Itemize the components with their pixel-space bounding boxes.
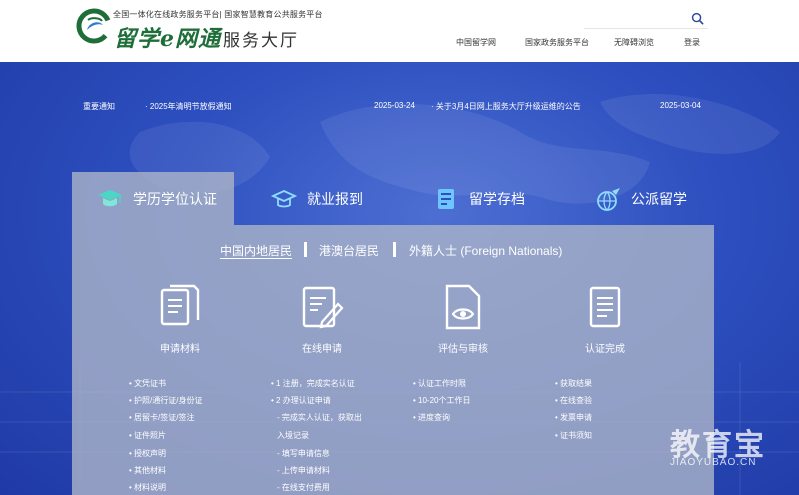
service-panel	[72, 225, 714, 495]
list-item[interactable]: • 居留卡/签证/签注	[129, 412, 194, 423]
notice-item-title[interactable]: · 关于3月4日网上服务大厅升级运维的公告	[431, 101, 581, 112]
graduation-cap-icon	[98, 189, 122, 206]
logo-c-icon	[76, 8, 112, 44]
watermark-en: JIAOYUBAO.CN	[670, 457, 757, 468]
sub-tab-divider	[304, 242, 307, 257]
logo-subtitle: 全国一体化在线政务服务平台| 国家智慧教育公共服务平台	[113, 10, 323, 19]
globe-plane-icon	[597, 187, 620, 211]
list-item[interactable]: • 材料说明	[129, 482, 166, 493]
list-item[interactable]: • 2 办理认证申请	[271, 395, 331, 406]
tab-government-sponsored[interactable]: 公派留学	[594, 172, 714, 225]
list-item: - 上传申请材料	[277, 466, 330, 475]
list-item[interactable]: • 1 注册，完成实名认证	[271, 378, 355, 389]
sub-tab-divider	[393, 242, 396, 257]
list-item[interactable]: • 进度查询	[413, 412, 450, 423]
notice-item-date: 2025-03-24	[374, 101, 415, 110]
archive-folder-icon	[438, 188, 454, 209]
documents-icon	[160, 284, 200, 326]
sub-tab-foreign-nationals[interactable]: 外籍人士 (Foreign Nationals)	[409, 242, 562, 259]
tab-label: 留学存档	[469, 190, 525, 207]
step-label-materials: 申请材料	[160, 344, 200, 355]
logo-brand: 留学e网通	[114, 26, 221, 52]
step-label-complete: 认证完成	[585, 344, 625, 355]
list-item[interactable]: • 文凭证书	[129, 378, 166, 389]
logo-hall: 服务大厅	[223, 31, 299, 51]
list-item: 入境记录	[277, 431, 309, 440]
service-tabs: 学历学位认证 就业报到 留学存档 公派留学	[72, 172, 714, 225]
edit-form-icon	[302, 286, 344, 329]
tab-label: 就业报到	[307, 190, 363, 207]
list-item[interactable]: • 授权声明	[129, 448, 166, 459]
search-input[interactable]	[584, 9, 708, 29]
list-item[interactable]: • 获取结果	[555, 378, 592, 389]
list-item[interactable]: • 其他材料	[129, 465, 166, 476]
list-item[interactable]: • 在线查验	[555, 395, 592, 406]
notice-item-date: 2025-03-04	[660, 101, 701, 110]
nav-link-gov-platform[interactable]: 国家政务服务平台	[525, 37, 589, 48]
search-icon[interactable]	[691, 12, 704, 25]
tab-label: 学历学位认证	[133, 190, 217, 207]
tab-study-archive[interactable]: 留学存档	[432, 172, 552, 225]
list-item: - 填写申请信息	[277, 449, 330, 458]
list-item[interactable]: • 发票申请	[555, 412, 592, 423]
tab-employment-registration[interactable]: 就业报到	[270, 172, 390, 225]
tab-degree-verification[interactable]: 学历学位认证	[72, 172, 234, 225]
document-eye-icon	[445, 284, 481, 330]
sub-tab-hk-macao-taiwan[interactable]: 港澳台居民	[319, 242, 379, 259]
step-label-review: 评估与审核	[438, 344, 488, 355]
list-item[interactable]: • 证件照片	[129, 430, 166, 441]
sub-tab-mainland[interactable]: 中国内地居民	[220, 242, 292, 259]
tab-label: 公派留学	[631, 190, 687, 207]
cap-badge-icon	[270, 189, 298, 207]
site-header: 全国一体化在线政务服务平台| 国家智慧教育公共服务平台 留学e网通 服务大厅 中国…	[0, 0, 799, 62]
list-item: - 在线支付费用	[277, 483, 330, 492]
nav-link-cscse[interactable]: 中国留学网	[456, 37, 496, 48]
certificate-icon	[589, 286, 621, 328]
nav-link-login[interactable]: 登录	[684, 37, 700, 48]
list-item[interactable]: • 认证工作时限	[413, 378, 466, 389]
list-item: • 10-20个工作日	[413, 396, 471, 405]
notice-item-title[interactable]: · 2025年清明节放假通知	[145, 101, 232, 112]
step-label-online-apply: 在线申请	[302, 344, 342, 355]
site-logo[interactable]: 留学e网通 服务大厅	[114, 21, 299, 53]
notice-label: 重要通知	[83, 102, 115, 111]
list-item[interactable]: • 护照/通行证/身份证	[129, 395, 202, 406]
list-item: - 完成实人认证，获取出	[277, 413, 362, 422]
list-item[interactable]: • 证书须知	[555, 430, 592, 441]
nav-link-accessibility[interactable]: 无障碍浏览	[614, 37, 654, 48]
